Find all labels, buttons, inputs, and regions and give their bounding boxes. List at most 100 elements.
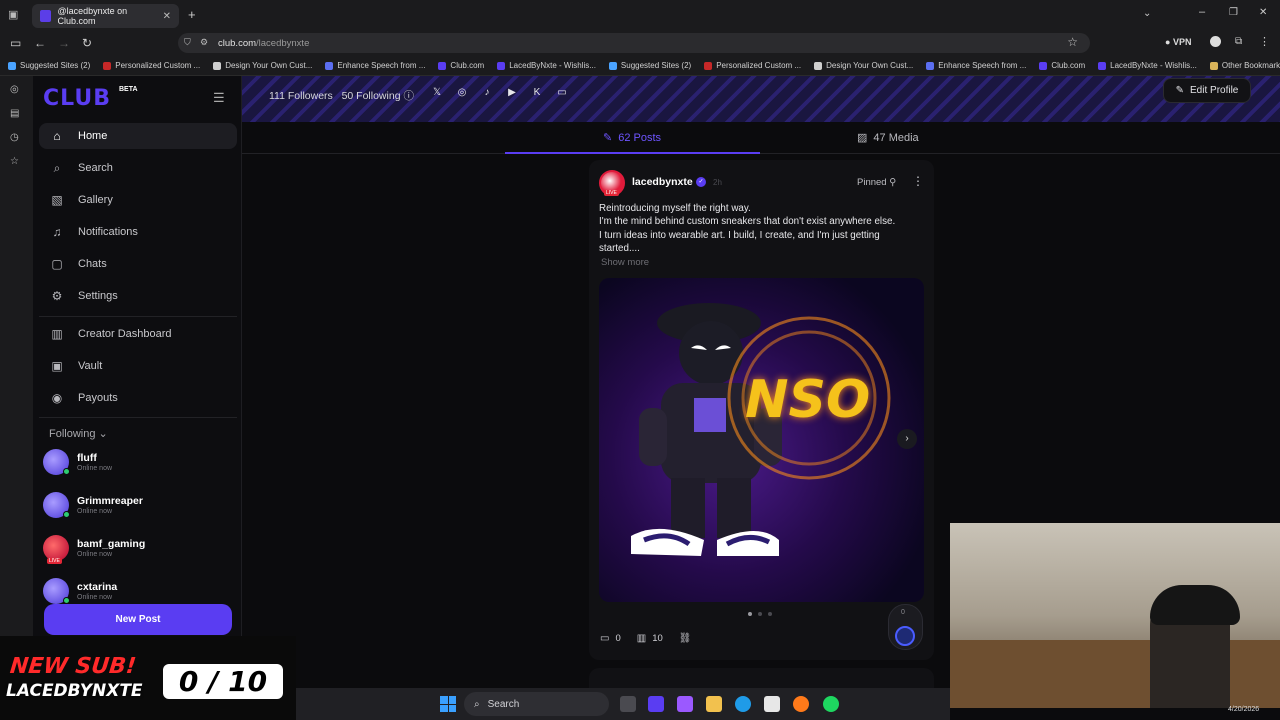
new-sub-text: NEW SUB! <box>8 654 138 679</box>
info-icon[interactable]: ⓘ <box>403 90 414 102</box>
following-item[interactable]: LIVE bamf_gaming Online now <box>43 533 145 564</box>
following-count[interactable]: 50 Following <box>342 90 401 102</box>
post-menu-icon[interactable]: ⋮ <box>912 174 924 188</box>
carousel-dot[interactable] <box>758 612 762 616</box>
post-username[interactable]: lacedbynxte <box>632 176 693 188</box>
boost-icon[interactable] <box>895 626 915 646</box>
kick-icon[interactable]: K <box>530 86 544 100</box>
taskbar-search[interactable]: ⌕ Search <box>464 692 609 716</box>
spotify-icon[interactable] <box>823 696 839 712</box>
x-icon[interactable]: 𝕏 <box>430 86 444 100</box>
edge-icon[interactable] <box>735 696 751 712</box>
bookmark-item[interactable]: Enhance Speech from ... <box>325 61 425 70</box>
bookmark-item[interactable]: Personalized Custom ... <box>103 61 200 70</box>
bookmark-label: Design Your Own Cust... <box>225 61 313 70</box>
vpn-button[interactable]: ● VPN <box>1165 37 1191 47</box>
bookmark-label: Personalized Custom ... <box>115 61 201 70</box>
extensions-icon[interactable]: ⧉ <box>1235 36 1242 47</box>
bookmark-item[interactable]: Design Your Own Cust... <box>213 61 312 70</box>
menu-icon[interactable]: ⋮ <box>1259 35 1270 48</box>
bookmark-item[interactable]: LacedByNxte - Wishlis... <box>497 61 596 70</box>
sidebar-item-chats[interactable]: ▢ Chats <box>39 251 237 277</box>
sidebar-toggle-icon[interactable]: ▭ <box>10 36 21 50</box>
carousel-dot[interactable] <box>748 612 752 616</box>
bookmark-item[interactable]: Club.com <box>1039 61 1085 70</box>
tiktok-icon[interactable]: ♪ <box>480 86 494 100</box>
sidebar-item-home[interactable]: ⌂ Home <box>39 123 237 149</box>
new-tab-icon[interactable]: + <box>188 7 196 22</box>
following-item[interactable]: Grimmreaper Online now <box>43 490 143 520</box>
bookmark-star-icon[interactable]: ☆ <box>1067 35 1078 49</box>
profile-icon[interactable] <box>1210 36 1221 47</box>
sidebar-item-creator-dashboard[interactable]: ▥ Creator Dashboard <box>39 321 237 347</box>
divider <box>39 417 237 418</box>
ai-icon[interactable]: ◎ <box>10 84 22 96</box>
instagram-icon[interactable]: ◎ <box>455 86 469 100</box>
carousel-dot[interactable] <box>768 612 772 616</box>
windows-start-icon[interactable] <box>440 696 456 712</box>
file-explorer-icon[interactable] <box>706 696 722 712</box>
sidebar-item-search[interactable]: ⌕ Search <box>39 155 237 181</box>
pencil-icon: ✎ <box>603 132 613 144</box>
new-post-button[interactable]: New Post <box>44 604 232 635</box>
sidebar-item-payouts[interactable]: ◉ Payouts <box>39 385 237 411</box>
url-path: /lacedbynxte <box>256 37 310 49</box>
browser-tab[interactable]: @lacedbynxte on Club.com ✕ <box>32 4 179 28</box>
nso-logo-text: NSO <box>745 370 871 430</box>
post-image[interactable] <box>599 278 924 602</box>
bookmark-item[interactable]: LacedByNxte - Wishlis... <box>1098 61 1197 70</box>
app-icon[interactable] <box>648 696 664 712</box>
close-window-icon[interactable]: ✕ <box>1259 7 1267 18</box>
bookmark-item[interactable]: Personalized Custom ... <box>704 61 801 70</box>
bookmark-icon <box>497 61 506 70</box>
collapse-menu-icon[interactable]: ☰ <box>213 90 227 106</box>
bookmark-label: Design Your Own Cust... <box>826 61 914 70</box>
link-icon[interactable]: ⛓ <box>679 633 692 644</box>
comment-icon[interactable]: ▭ <box>600 633 609 644</box>
bookmark-item[interactable]: Design Your Own Cust... <box>814 61 913 70</box>
firefox-icon[interactable] <box>793 696 809 712</box>
tab-media[interactable]: ▨ 47 Media <box>857 131 919 145</box>
sidebar-item-settings[interactable]: ⚙ Settings <box>39 283 237 309</box>
twitch-icon[interactable]: ▭ <box>555 86 569 100</box>
post-actions: ▭ 0 ▥ 10 ⛓ <box>600 633 697 644</box>
followers-count[interactable]: 111 Followers <box>269 90 333 102</box>
edit-profile-button[interactable]: ✎ Edit Profile <box>1163 78 1251 103</box>
shield-icon: ⛉ <box>184 37 191 47</box>
other-bookmarks[interactable]: Other Bookmarks <box>1209 61 1280 70</box>
maximize-icon[interactable]: ❐ <box>1229 7 1238 18</box>
tab-actions-icon[interactable]: ▣ <box>8 8 18 21</box>
forward-icon[interactable]: → <box>58 36 70 50</box>
following-item[interactable]: fluff Online now <box>43 447 112 477</box>
back-icon[interactable]: ← <box>34 36 46 50</box>
show-more-link[interactable]: Show more <box>601 257 649 268</box>
bookmark-item[interactable]: Suggested Sites (2) <box>8 61 90 70</box>
copilot-icon[interactable] <box>677 696 693 712</box>
sidebar-item-gallery[interactable]: ▧ Gallery <box>39 187 237 213</box>
task-view-icon[interactable] <box>620 696 636 712</box>
favorites-icon[interactable]: ☆ <box>10 156 22 168</box>
history-icon[interactable]: ◷ <box>10 132 22 144</box>
minimize-icon[interactable]: – <box>1199 6 1205 18</box>
sidebar-item-vault[interactable]: ▣ Vault <box>39 353 237 379</box>
following-item[interactable]: cxtarina Online now <box>43 576 117 606</box>
close-tab-icon[interactable]: ✕ <box>163 11 171 22</box>
bookmark-item[interactable]: Club.com <box>438 61 484 70</box>
reload-icon[interactable]: ↻ <box>82 36 92 50</box>
sidebar-item-notifications[interactable]: ♫ Notifications <box>39 219 237 245</box>
store-icon[interactable] <box>764 696 780 712</box>
site-settings-icon[interactable]: ⚙ <box>200 37 208 48</box>
following-header[interactable]: Following ⌄ <box>49 427 108 440</box>
bookmark-item[interactable]: Enhance Speech from ... <box>926 61 1026 70</box>
tab-search-icon[interactable]: ⌄ <box>1143 8 1151 19</box>
bookmark-icon <box>438 61 447 70</box>
club-logo[interactable]: CLUB <box>43 86 111 111</box>
reading-list-icon[interactable]: ▤ <box>10 108 22 120</box>
tab-label: 47 Media <box>873 131 919 144</box>
url-field[interactable]: ⛉ ⚙ club.com/lacedbynxte ☆ <box>178 33 1090 53</box>
youtube-icon[interactable]: ▶ <box>505 86 519 100</box>
next-image-button[interactable]: › <box>897 429 917 449</box>
payouts-icon: ◉ <box>51 391 63 405</box>
bookmark-item[interactable]: Suggested Sites (2) <box>608 61 691 70</box>
tab-posts[interactable]: ✎ 62 Posts <box>603 131 661 145</box>
